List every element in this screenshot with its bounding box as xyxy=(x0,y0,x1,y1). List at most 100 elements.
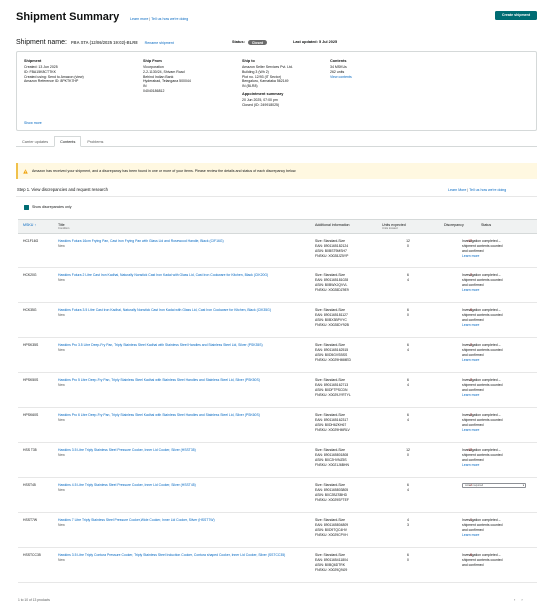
product-title-link[interactable]: Hawkins 3.5 Litre Triply Contura Pressur… xyxy=(58,553,285,557)
condition: New xyxy=(58,557,65,562)
units-cell: 6 4 xyxy=(382,378,434,388)
checkbox[interactable] xyxy=(24,205,29,210)
units-located: 0 xyxy=(407,243,409,248)
product-title-link[interactable]: Hawkins 7 Litre Triply Stainless Steel P… xyxy=(58,518,215,522)
status-learn-more-link[interactable]: Learn more xyxy=(462,393,534,398)
table-row: HPSK60S Hawkins Pro 6 Litre Deep-Fry Pan… xyxy=(18,408,537,443)
ship-to-line: IN (BLR8) xyxy=(242,84,258,89)
product-title-cell: Hawkins 3.5 Litre Triply Stainless Steel… xyxy=(58,448,308,458)
status-cell: Investigation completed – shipment conten… xyxy=(462,308,534,328)
status-learn-more-link[interactable]: Learn more xyxy=(462,254,534,259)
product-title-link[interactable]: Hawkins Pro 5 Litre Deep-Fry Pan, Triply… xyxy=(58,378,260,382)
status-cell: Investigation completed – shipment conten… xyxy=(462,413,534,433)
info-line: FNSKU: X0028JZ5YP xyxy=(315,253,349,258)
units-column-header: Units expected Units located xyxy=(382,223,406,231)
last-updated: Last updated: 5 Jul 2025 xyxy=(293,40,338,44)
msku: HCK20G xyxy=(23,273,37,277)
status-learn-more-link[interactable]: Learn more xyxy=(462,358,534,363)
status-dropdown[interactable]: Action required ▾ xyxy=(462,483,526,488)
status-badge: Closed xyxy=(247,40,268,46)
product-title-cell: Hawkins 3.5 Litre Triply Contura Pressur… xyxy=(58,553,308,563)
units-located: 0 xyxy=(407,557,409,562)
previous-page-button[interactable]: ‹ xyxy=(514,597,515,602)
units-cell: 6 4 xyxy=(382,343,434,353)
status-column-header: Status xyxy=(481,223,492,227)
condition: New xyxy=(58,417,65,422)
product-title-link[interactable]: Hawkins 3.5 Litre Triply Stainless Steel… xyxy=(58,448,196,452)
msku: HC1F16G xyxy=(23,239,39,243)
discrepancy-column-header: Discrepancy xyxy=(444,223,464,227)
additional-info: Size: Standard-Size EAN: 8901165181028 ASI… xyxy=(315,273,379,293)
status-learn-more-link[interactable]: Learn more xyxy=(462,533,534,538)
condition: New xyxy=(58,487,65,492)
product-title-link[interactable]: Hawkins Pro 6 Litre Deep-Fry Pan, Triply… xyxy=(58,413,260,417)
table-row: HCK35G Hawkins Futura 3.5 Litre Cast Iro… xyxy=(18,303,537,338)
step-feedback-link[interactable]: Tell us how we're doing xyxy=(469,188,506,192)
next-page-button[interactable]: › xyxy=(521,597,522,602)
info-line: FNSKU: X0029HMMED xyxy=(315,357,351,362)
show-more-link[interactable]: Show more xyxy=(24,121,42,125)
status-learn-more-link[interactable]: Learn more xyxy=(462,288,534,293)
table-row: HSST7W Hawkins 7 Litre Triply Stainless … xyxy=(18,513,537,548)
condition: New xyxy=(58,243,65,248)
units-cell: 4 3 xyxy=(382,518,434,528)
product-title-link[interactable]: Hawkins Pro 3.5 Litre Deep-Fry Pan, Trip… xyxy=(58,343,263,347)
additional-info: Size: Standard-Size EAN: 8901165182124 ASI… xyxy=(315,239,379,259)
info-line: FNSKU: X0028DZ9E9 xyxy=(315,287,349,292)
msku: HPSK50S xyxy=(23,378,39,382)
appointment-line: Closed (ID: 249918025) xyxy=(242,102,280,107)
table-row: HCK20G Hawkins Futura 2 Litre Cast Iron … xyxy=(18,268,537,303)
tab-contents[interactable]: Contents xyxy=(54,136,82,147)
tab-carrier-updates[interactable]: Carrier updates xyxy=(16,136,54,146)
product-title-link[interactable]: Hawkins Futura 3.5 Litre Cast Iron Kadha… xyxy=(58,308,271,312)
units-located: 4 xyxy=(407,277,409,282)
ship-from-line: Hyderabad, Telangana 500044 xyxy=(143,79,191,84)
units-cell: 6 4 xyxy=(382,273,434,283)
units-cell: 6 4 xyxy=(382,483,434,493)
units-located: 4 xyxy=(407,347,409,352)
amazon-reference-id: Amazon Reference ID: 8PKTK7HP xyxy=(24,79,79,84)
table-row: HC1F16G Hawkins Futura 16cm Frying Pan, … xyxy=(18,234,537,268)
rename-shipment-link[interactable]: Rename shipment xyxy=(145,41,174,45)
status-learn-more-link[interactable]: Learn more xyxy=(462,428,534,433)
ship-to-column: Ship to Amazon Seller Services Pvt. Ltd.… xyxy=(242,59,293,108)
msku-column-header[interactable]: MSKU ↑ xyxy=(23,223,36,227)
status-learn-more-link[interactable]: Learn more xyxy=(462,323,534,328)
info-line: FNSKU: X0029HMRLV xyxy=(315,427,350,432)
contents-heading: Contents xyxy=(330,59,347,63)
tab-bar: Carrier updates Contents Problems xyxy=(16,136,537,147)
status-cell: Investigation completed – shipment conten… xyxy=(462,239,534,259)
shipment-heading: Shipment xyxy=(24,59,42,63)
product-title-link[interactable]: Hawkins 4.5 Litre Triply Stainless Steel… xyxy=(58,483,196,487)
tab-problems[interactable]: Problems xyxy=(81,136,109,146)
learn-more-link[interactable]: Learn more xyxy=(130,17,148,21)
shipment-name-value: FBA STA (12/06/2025 19:02)-BLR8 xyxy=(70,40,138,45)
product-title-link[interactable]: Hawkins Futura 2 Litre Cast Iron Kadhai,… xyxy=(58,273,268,277)
condition: New xyxy=(58,312,65,317)
step-learn-more-link[interactable]: Learn More xyxy=(448,188,466,192)
product-title-cell: Hawkins Futura 16cm Frying Pan, Cast Iro… xyxy=(58,239,308,249)
show-discrepancies-toggle[interactable]: Show discrepancies only xyxy=(24,205,72,210)
status-group: Status: Closed xyxy=(232,40,268,46)
shipment-summary-card: Shipment Created: 13 Jun 2025 ID: FBA15K… xyxy=(16,51,537,131)
status-label: Status: xyxy=(232,40,245,45)
msku: HSSTCC35 xyxy=(23,553,41,557)
msku: HSS T35 xyxy=(23,448,37,452)
status-line: and confirmed xyxy=(462,562,484,567)
step-title: Step 1. View discrepancies and request r… xyxy=(17,187,108,192)
status-cell: Action required ▾ xyxy=(462,483,534,488)
product-count: 1 to 10 of 13 products xyxy=(18,598,50,602)
info-line: FNSKU: X0029JYRTYL xyxy=(315,392,351,397)
page-title: Shipment Summary xyxy=(16,11,120,23)
ship-from-line: 2-2-1130/24, Shivam Road xyxy=(143,69,185,74)
product-title-link[interactable]: Hawkins Futura 16cm Frying Pan, Cast Iro… xyxy=(58,239,224,243)
shipment-name-row: Shipment name: FBA STA (12/06/2025 19:02… xyxy=(16,39,174,48)
status-learn-more-link[interactable]: Learn more xyxy=(462,463,534,468)
msku: HPSK60S xyxy=(23,413,39,417)
ship-to-line: Amazon Seller Services Pvt. Ltd. xyxy=(242,64,293,69)
view-contents-link[interactable]: View contents xyxy=(330,75,352,80)
table-row: HPSK50S Hawkins Pro 5 Litre Deep-Fry Pan… xyxy=(18,373,537,408)
units-cell: 12 0 xyxy=(382,239,434,249)
create-shipment-button[interactable]: Create shipment xyxy=(495,11,537,20)
feedback-link[interactable]: Tell us how we're doing xyxy=(151,17,188,21)
